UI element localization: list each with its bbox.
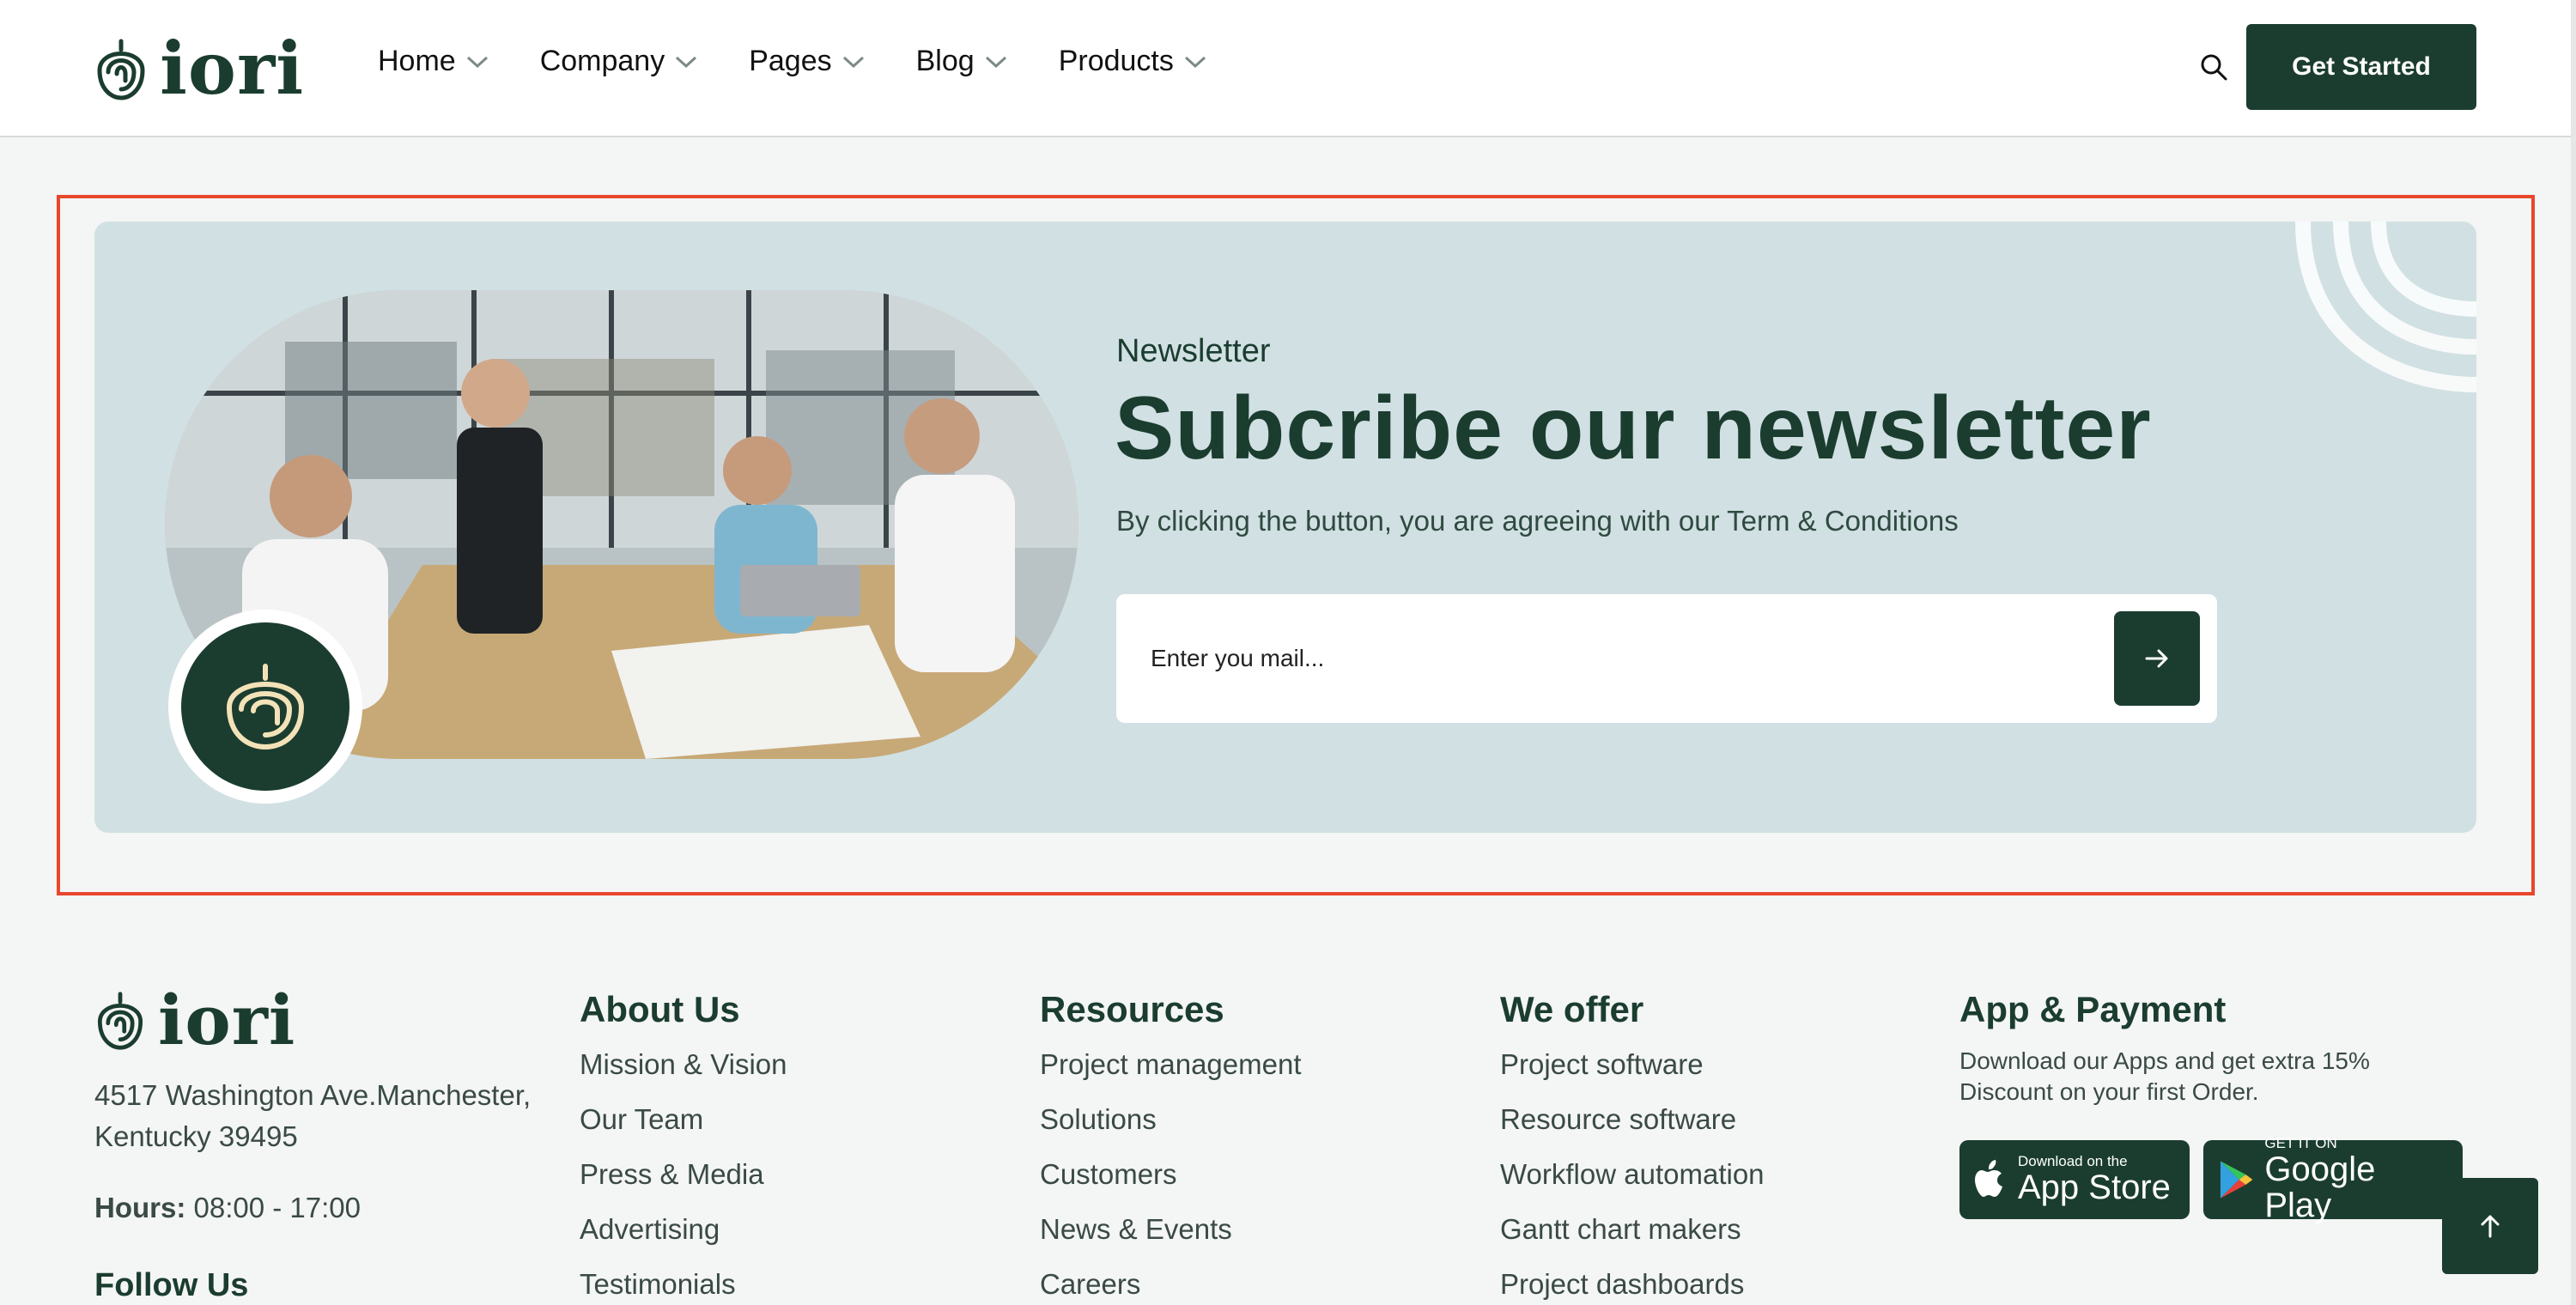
google-play-icon bbox=[2220, 1161, 2253, 1199]
newsletter-submit-button[interactable] bbox=[2114, 611, 2200, 706]
logo-mark-icon bbox=[97, 992, 143, 1050]
newsletter-title: Subcribe our newsletter bbox=[1115, 379, 2152, 478]
apple-icon bbox=[1975, 1160, 2002, 1197]
nav-blog-label: Blog bbox=[915, 45, 975, 77]
footer-link[interactable]: Mission & Vision bbox=[580, 1046, 787, 1101]
brand-badge bbox=[168, 610, 362, 804]
footer-link[interactable]: Project management bbox=[1040, 1046, 1302, 1101]
chevron-down-icon bbox=[842, 56, 864, 68]
footer-col-title: App & Payment bbox=[1959, 989, 2227, 1029]
footer-link[interactable]: Our Team bbox=[580, 1101, 787, 1156]
footer-link[interactable]: Workflow automation bbox=[1500, 1156, 1765, 1211]
footer-link[interactable]: News & Events bbox=[1040, 1211, 1302, 1266]
get-started-button[interactable]: Get Started bbox=[2246, 24, 2476, 110]
main-nav: Home Company Pages Blog Products bbox=[378, 45, 1258, 78]
footer-link-list: Project management Solutions Customers N… bbox=[1040, 1046, 1302, 1305]
site-header: iori Home Company Pages Blog Products Ge… bbox=[0, 0, 2571, 137]
footer-link[interactable]: Careers bbox=[1040, 1266, 1302, 1305]
nav-home[interactable]: Home bbox=[378, 45, 489, 78]
search-icon[interactable] bbox=[2198, 52, 2229, 82]
hours-label: Hours: bbox=[94, 1192, 186, 1223]
nav-pages-label: Pages bbox=[749, 45, 832, 77]
app-store-big: App Store bbox=[2018, 1168, 2171, 1206]
nav-products[interactable]: Products bbox=[1059, 45, 1206, 78]
app-description: Download our Apps and get extra 15% Disc… bbox=[1959, 1047, 2370, 1105]
site-logo[interactable]: iori bbox=[94, 33, 304, 105]
footer-col-title: We offer bbox=[1500, 989, 1644, 1029]
footer-logo[interactable]: iori bbox=[94, 986, 295, 1054]
footer-link[interactable]: Gantt chart makers bbox=[1500, 1211, 1765, 1266]
footer-col-title: About Us bbox=[580, 989, 740, 1029]
logo-text: iori bbox=[160, 26, 305, 111]
nav-blog[interactable]: Blog bbox=[916, 45, 1007, 78]
decorative-arcs-icon bbox=[2295, 222, 2476, 392]
footer-col-we-offer: We offer Project software Resource softw… bbox=[1500, 989, 1765, 1305]
google-play-small: GET IT ON bbox=[2264, 1135, 2337, 1151]
footer-link[interactable]: Project software bbox=[1500, 1046, 1765, 1101]
email-input[interactable] bbox=[1151, 627, 2112, 690]
google-play-button[interactable]: GET IT ON Google Play bbox=[2203, 1136, 2463, 1223]
nav-products-label: Products bbox=[1058, 45, 1174, 77]
footer-col-title: Resources bbox=[1040, 989, 1224, 1029]
chevron-down-icon bbox=[466, 56, 488, 68]
footer-link[interactable]: Customers bbox=[1040, 1156, 1302, 1211]
store-buttons: Download on the App Store GET IT ON Goog… bbox=[1959, 1136, 2463, 1223]
app-store-text: Download on the App Store bbox=[2018, 1153, 2171, 1206]
chevron-down-icon bbox=[1184, 56, 1206, 68]
footer-col-app-payment: App & Payment Download our Apps and get … bbox=[1959, 989, 2463, 1223]
nav-company[interactable]: Company bbox=[540, 45, 698, 78]
footer-link[interactable]: Solutions bbox=[1040, 1101, 1302, 1156]
newsletter-eyebrow: Newsletter bbox=[1116, 333, 1271, 369]
footer-link-list: Project software Resource software Workf… bbox=[1500, 1046, 1765, 1305]
follow-us-title: Follow Us bbox=[94, 1267, 249, 1303]
google-play-big: Google Play bbox=[2264, 1150, 2376, 1224]
footer-link[interactable]: Advertising bbox=[580, 1211, 787, 1266]
page-scrollbar[interactable] bbox=[2571, 0, 2576, 1305]
nav-home-label: Home bbox=[378, 45, 456, 77]
chevron-down-icon bbox=[985, 56, 1006, 68]
arrow-up-icon bbox=[2481, 1215, 2500, 1238]
footer-link-list: Mission & Vision Our Team Press & Media … bbox=[580, 1046, 787, 1305]
newsletter-form bbox=[1116, 594, 2217, 723]
badge-inner bbox=[181, 622, 349, 791]
footer-col-resources: Resources Project management Solutions C… bbox=[1040, 989, 1302, 1305]
hours-value: 08:00 - 17:00 bbox=[193, 1192, 361, 1223]
footer-link[interactable]: Testimonials bbox=[580, 1266, 787, 1305]
footer-link[interactable]: Project dashboards bbox=[1500, 1266, 1765, 1305]
footer-address: 4517 Washington Ave.Manchester, Kentucky… bbox=[94, 1079, 532, 1152]
footer-link[interactable]: Resource software bbox=[1500, 1101, 1765, 1156]
footer-col-about: About Us Mission & Vision Our Team Press… bbox=[580, 989, 787, 1305]
footer-hours: Hours: 08:00 - 17:00 bbox=[94, 1192, 361, 1224]
back-to-top-button[interactable] bbox=[2442, 1178, 2538, 1274]
nav-pages[interactable]: Pages bbox=[749, 45, 864, 78]
app-store-small: Download on the bbox=[2018, 1153, 2128, 1169]
fingerprint-logo-icon bbox=[227, 664, 305, 750]
google-play-text: GET IT ON Google Play bbox=[2264, 1135, 2449, 1224]
newsletter-description: By clicking the button, you are agreeing… bbox=[1116, 505, 1959, 537]
newsletter-section: Newsletter Subcribe our newsletter By cl… bbox=[94, 222, 2476, 833]
footer-link[interactable]: Press & Media bbox=[580, 1156, 787, 1211]
footer-logo-text: iori bbox=[158, 980, 296, 1060]
logo-mark-icon bbox=[97, 39, 145, 100]
nav-company-label: Company bbox=[539, 45, 665, 77]
chevron-down-icon bbox=[676, 56, 697, 68]
app-store-button[interactable]: Download on the App Store bbox=[1959, 1140, 2190, 1219]
arrow-right-icon bbox=[2145, 649, 2168, 668]
